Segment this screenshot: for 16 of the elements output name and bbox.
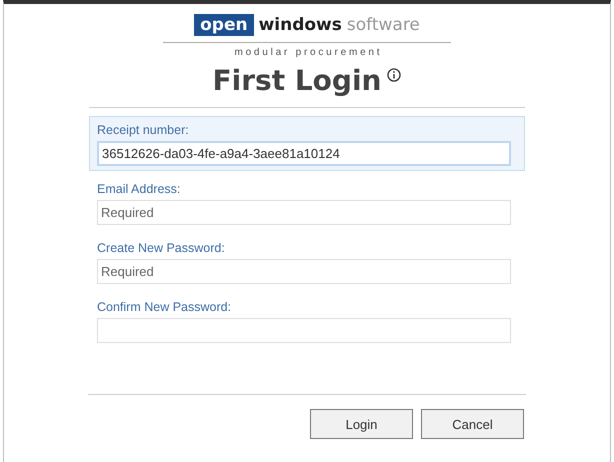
input-field[interactable] [97,318,511,343]
dialog-button[interactable]: Login [310,409,413,439]
logo-wordmark: open [194,14,254,36]
page-title: First Login [212,64,382,97]
logo-wordmark: software [346,14,420,36]
input-field[interactable]: 36512626-da03-4fe-a9a4-3aee81a10124 [97,141,511,166]
input-field[interactable]: Required [97,200,511,225]
field-label: Email Address: [97,182,182,196]
info-icon[interactable] [387,68,402,82]
dialog-button[interactable]: Cancel [421,409,524,439]
input-field[interactable]: Required [97,259,511,284]
field-label: Receipt number: [97,123,190,137]
logo-tagline: m o d u l a r p r o c u r e m e n t [234,47,380,58]
field-label: Confirm New Password: [97,300,232,314]
logo-wordmark: windows [258,14,342,36]
field-label: Create New Password: [97,241,226,255]
